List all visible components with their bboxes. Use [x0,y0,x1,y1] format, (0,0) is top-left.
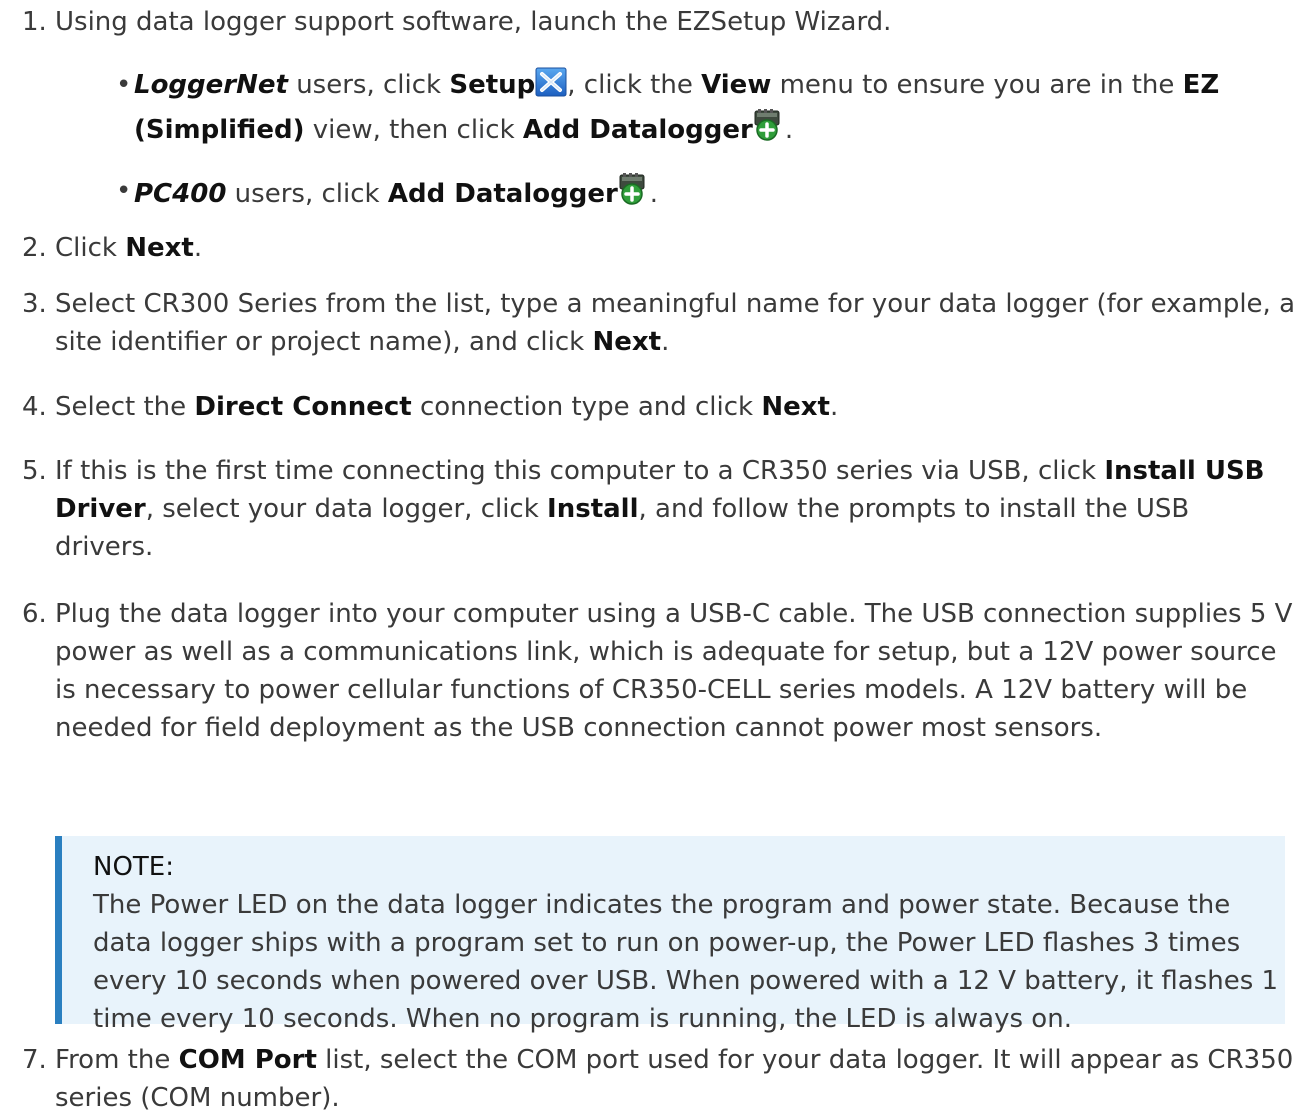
bullet-text: PC400 users, click Add Datalogger. [134,172,1274,217]
setup-label: Setup [449,70,536,100]
step-text: Click Next. [55,233,203,263]
bullet-dot: • [116,176,132,206]
view-menu-label: View [701,70,772,100]
add-datalogger-icon [618,172,650,217]
step-text: Select the Direct Connect connection typ… [55,392,839,422]
step-number: 4. [22,392,47,422]
next-label: Next [761,392,830,422]
bullet-text: LoggerNet users, click Setup, click the … [134,66,1274,153]
bullet-dot: • [116,70,132,100]
step-number: 5. [22,456,47,486]
note-title: NOTE: [93,852,174,882]
step-number: 7. [22,1045,47,1075]
note-box: NOTE: The Power LED on the data logger i… [55,836,1285,1034]
app-name: PC400 [134,179,227,209]
step-number: 2. [22,233,47,263]
setup-icon [535,67,567,108]
step-text: Plug the data logger into your computer … [55,599,1293,743]
install-label: Install [547,494,639,524]
step-number: 3. [22,289,47,319]
next-label: Next [592,327,662,357]
add-datalogger-label: Add Datalogger [522,115,753,145]
step-text: Using data logger support software, laun… [55,7,892,37]
step-text: Select CR300 Series from the list, type … [55,289,1296,357]
direct-connect-label: Direct Connect [194,392,412,422]
step-text: From the COM Port list, select the COM p… [55,1045,1294,1113]
com-port-label: COM Port [178,1045,317,1075]
add-datalogger-icon [753,108,785,153]
next-label: Next [125,233,194,263]
step-number: 1. [22,7,47,37]
add-datalogger-label: Add Datalogger [387,179,618,209]
note-body: The Power LED on the data logger indicat… [93,890,1279,1034]
app-name: LoggerNet [134,70,288,100]
step-number: 6. [22,599,47,629]
step-text: If this is the first time connecting thi… [55,456,1265,562]
